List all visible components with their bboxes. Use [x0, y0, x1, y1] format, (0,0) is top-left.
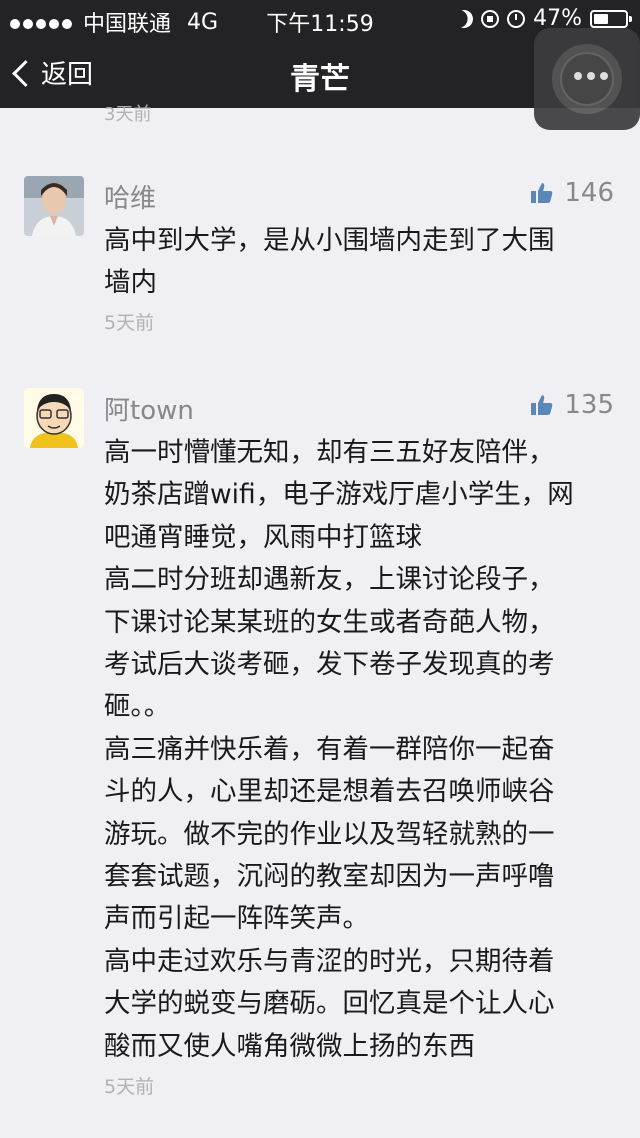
comment-time: 5天前: [104, 1076, 155, 1098]
floating-menu-button[interactable]: [534, 28, 640, 130]
alarm-icon: [507, 9, 526, 28]
comment-time: 5天前: [104, 312, 155, 334]
moon-icon: [453, 7, 476, 30]
like-button[interactable]: 135: [530, 390, 614, 420]
avatar[interactable]: [24, 176, 84, 236]
comment-text: 高一时懵懂无知，却有三五好友陪伴， 奶茶店蹭wifi，电子游戏厅虐小学生，网 吧…: [104, 437, 574, 1062]
comment-author[interactable]: 哈维: [104, 178, 156, 215]
rotation-lock-icon: [481, 9, 500, 28]
thumbs-up-icon: [531, 183, 553, 203]
like-count: 146: [564, 178, 614, 208]
more-options-icon: [574, 72, 608, 80]
comment-author[interactable]: 阿town: [104, 390, 194, 427]
like-count: 135: [564, 390, 614, 420]
comment-text: 高中到大学，是从小围墙内走到了大围 墙内: [104, 225, 555, 299]
comment-list: 3天前 哈维 146 高中到大学，是从小围墙内走到了大围 墙内 5天前 阿tow…: [0, 104, 640, 1138]
thumbs-up-icon: [531, 395, 553, 415]
like-button[interactable]: 146: [530, 178, 614, 208]
avatar[interactable]: [24, 388, 84, 448]
battery-icon: [590, 9, 632, 28]
previous-comment-time: 3天前: [104, 104, 152, 125]
